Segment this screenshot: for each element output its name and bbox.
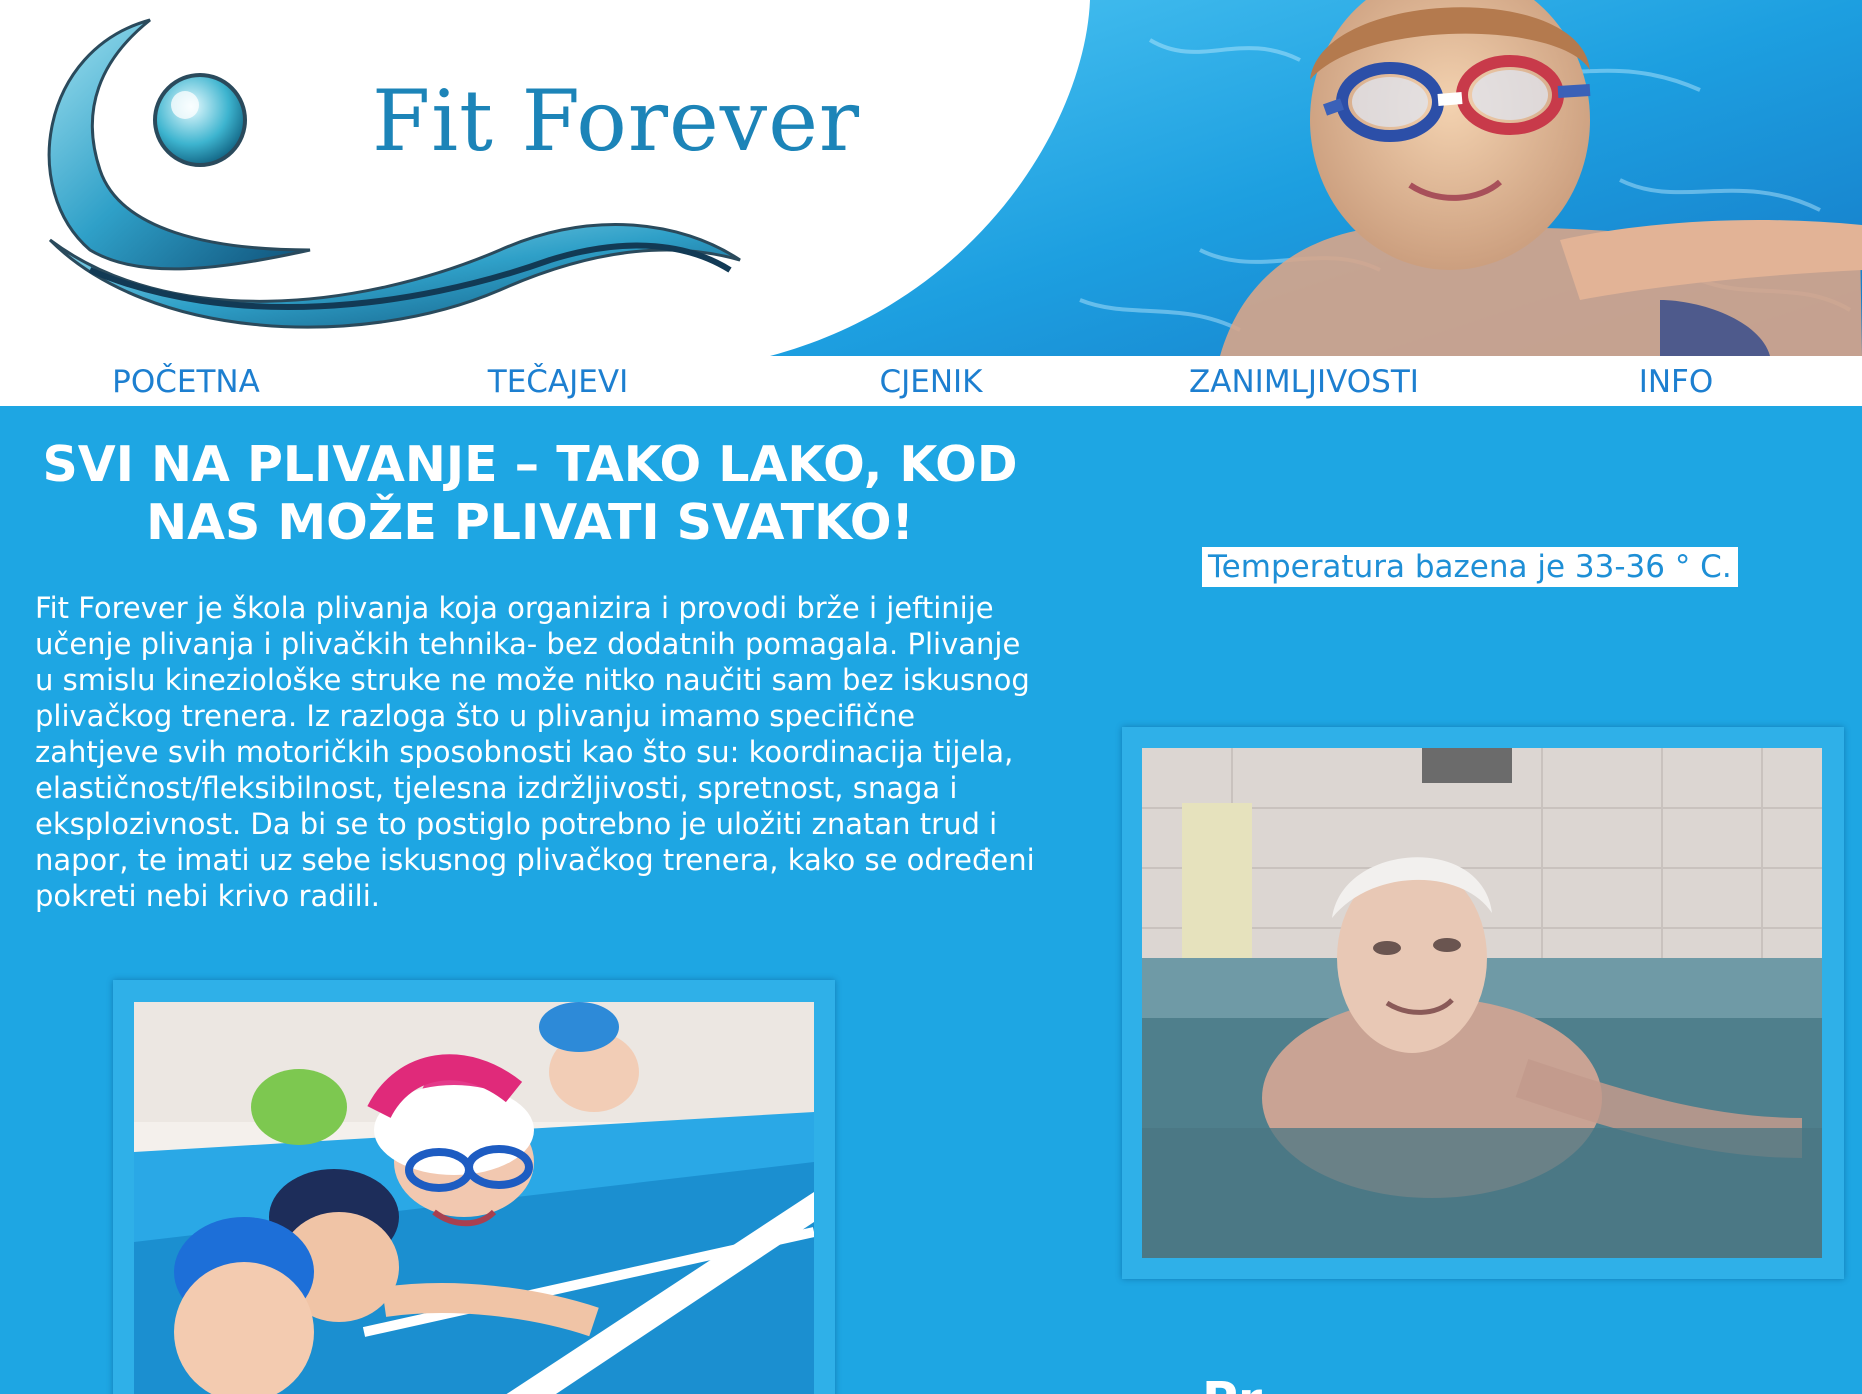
main-navigation: POČETNA TEČAJEVI CJENIK ZANIMLJIVOSTI IN…	[0, 356, 1862, 406]
nav-item-cjenik[interactable]: CJENIK	[745, 364, 1117, 400]
senior-swimmer-photo	[1142, 748, 1822, 1258]
nav-item-pocetna[interactable]: POČETNA	[0, 364, 372, 400]
nav-item-info[interactable]: INFO	[1490, 364, 1862, 400]
logo-icon	[47, 18, 741, 329]
kids-swimming-photo	[134, 1002, 814, 1394]
site-header: Fit Forever	[0, 0, 1862, 356]
brand-name[interactable]: Fit Forever	[372, 72, 860, 170]
nav-item-zanimljivosti[interactable]: ZANIMLJIVOSTI	[1118, 364, 1490, 400]
nav-item-tecajevi[interactable]: TEČAJEVI	[372, 364, 744, 400]
kids-photo-frame	[113, 980, 835, 1394]
intro-paragraph: Fit Forever je škola plivanja koja organ…	[35, 591, 1035, 913]
pool-temperature-note: Temperatura bazena je 33-36 ° C.	[1202, 547, 1738, 587]
section-heading-partial: Pr	[1202, 1372, 1262, 1394]
page-headline: SVI NA PLIVANJE – TAKO LAKO, KOD NAS MOŽ…	[42, 436, 1018, 551]
senior-photo-frame	[1122, 727, 1844, 1279]
page: Fit Forever POČETNA TEČAJEVI CJENIK ZANI…	[0, 0, 1862, 1394]
